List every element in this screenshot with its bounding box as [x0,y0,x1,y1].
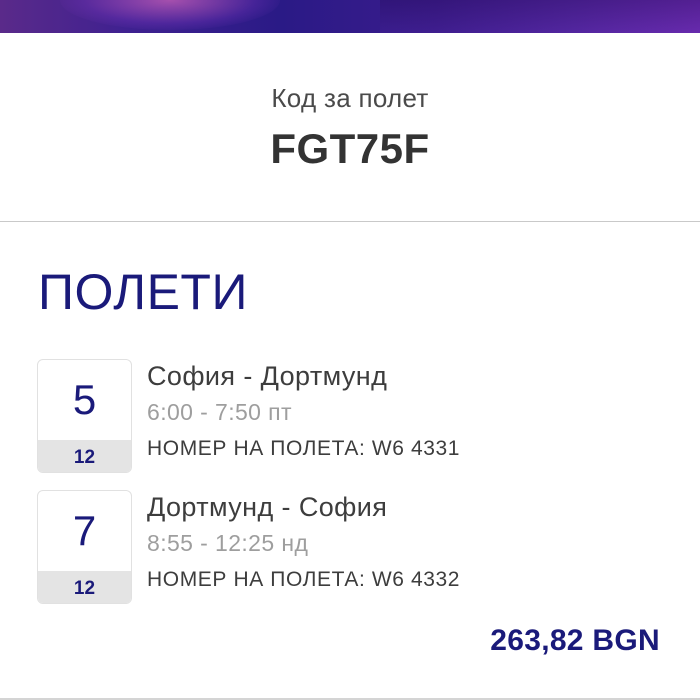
flight-date-month: 12 [38,571,131,603]
total-price: 263,82 BGN [490,624,660,657]
hero-banner-image [0,0,700,33]
flight-item-outbound[interactable]: 5 12 София - Дортмунд 6:00 - 7:50 пт НОМ… [0,359,700,473]
flights-heading: ПОЛЕТИ [38,264,248,320]
banner-glow [60,0,280,30]
booking-code-value: FGT75F [270,125,430,172]
booking-code-section: Код за полет FGT75F [0,33,700,221]
banner-shade [380,0,700,33]
flight-item-return[interactable]: 7 12 Дортмунд - София 8:55 - 12:25 нд НО… [0,490,700,604]
flight-date-day: 7 [72,507,97,554]
flight-time: 6:00 - 7:50 пт [147,399,292,425]
flight-number: НОМЕР НА ПОЛЕТА: W6 4332 [147,568,461,591]
flight-number: НОМЕР НА ПОЛЕТА: W6 4331 [147,437,461,460]
flight-date-tile: 5 12 [37,359,132,473]
flight-date-month: 12 [38,440,131,472]
flight-date-day: 5 [72,376,97,423]
flight-time: 8:55 - 12:25 нд [147,530,309,556]
flight-date-tile: 7 12 [37,490,132,604]
booking-code-label: Код за полет [271,83,429,113]
flight-route: София - Дортмунд [147,361,388,391]
section-divider [0,221,700,222]
flight-route: Дортмунд - София [147,492,388,522]
